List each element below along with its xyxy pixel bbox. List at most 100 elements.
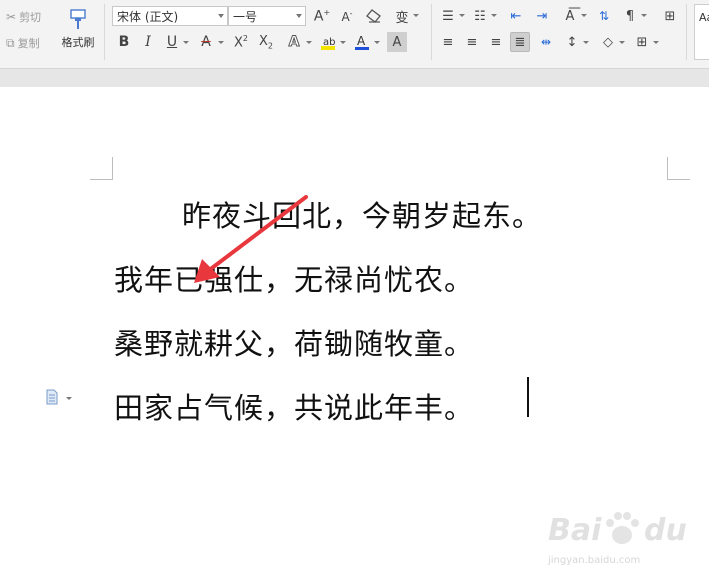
- align-left-button[interactable]: ≡: [438, 32, 458, 52]
- paw-logo-icon: [606, 512, 639, 544]
- chevron-down-icon[interactable]: [218, 41, 224, 44]
- chevron-down-icon[interactable]: [340, 41, 346, 44]
- chevron-down-icon[interactable]: [581, 14, 587, 17]
- text-effect-button[interactable]: A: [284, 32, 304, 52]
- paragraph-layout-icon[interactable]: [46, 389, 58, 405]
- chevron-down-icon[interactable]: [491, 14, 497, 17]
- decrease-indent-button[interactable]: ⇤: [506, 6, 526, 26]
- text-direction-icon: A͞: [565, 8, 575, 24]
- underline-button[interactable]: U: [162, 32, 182, 52]
- borders-icon: ⊞: [636, 34, 648, 50]
- highlight-button[interactable]: ab: [318, 32, 338, 52]
- bold-button[interactable]: B: [114, 32, 134, 52]
- strikethrough-icon: A: [201, 34, 211, 50]
- font-name-select[interactable]: 宋体 (正文): [112, 6, 228, 26]
- shrink-font-button[interactable]: A-: [337, 6, 357, 26]
- chevron-down-icon[interactable]: [413, 14, 419, 17]
- eraser-icon: [366, 9, 381, 23]
- character-shading-button[interactable]: A: [387, 32, 407, 52]
- cut-button[interactable]: ✂ 剪切: [6, 9, 41, 25]
- poem-line-3[interactable]: 桑野就耕父，荷锄随牧童。: [114, 321, 474, 363]
- format-painter-icon: [70, 9, 86, 29]
- divider: [104, 4, 105, 60]
- scissors-icon: ✂: [6, 10, 17, 24]
- text-cursor: [527, 377, 529, 417]
- paragraph-marks-icon: ¶: [625, 8, 635, 24]
- table-layout-button[interactable]: ⊞: [660, 6, 680, 26]
- copy-label: 复制: [17, 37, 40, 50]
- subscript-button[interactable]: X2: [256, 32, 276, 52]
- copy-button[interactable]: ⧉ 复制: [6, 35, 40, 51]
- watermark-brand: Bai: [548, 513, 602, 548]
- increase-indent-icon: ⇥: [536, 8, 548, 24]
- align-right-button[interactable]: ≡: [486, 32, 506, 52]
- bullet-list-icon: ☰: [442, 8, 454, 24]
- align-right-icon: ≡: [490, 34, 502, 50]
- italic-button[interactable]: I: [138, 32, 158, 52]
- divider: [686, 4, 687, 60]
- numbered-list-icon: ☷: [474, 8, 486, 24]
- phonetic-guide-button[interactable]: 变: [392, 6, 412, 26]
- document-page[interactable]: 昨夜斗回北，今朝岁起东。 我年已强仕，无禄尚忧农。 桑野就耕父，荷锄随牧童。 田…: [0, 87, 709, 566]
- phonetic-guide-icon: 变: [395, 10, 409, 26]
- margin-corner-top-right: [667, 157, 690, 180]
- show-marks-button[interactable]: ¶: [620, 6, 640, 26]
- justify-icon: ≣: [514, 34, 526, 50]
- distributed-align-icon: ⇹: [540, 35, 552, 49]
- chevron-down-icon[interactable]: [583, 41, 589, 44]
- bullet-list-button[interactable]: ☰: [438, 6, 458, 26]
- font-color-button[interactable]: A: [352, 32, 372, 52]
- chevron-down-icon[interactable]: [306, 41, 312, 44]
- align-center-icon: ≡: [466, 34, 478, 50]
- italic-icon: I: [145, 34, 151, 50]
- format-painter-label: 格式刷: [61, 36, 95, 49]
- chevron-down-icon: [296, 14, 302, 18]
- baidu-watermark: Bai du jingyan.baidu.com: [540, 507, 705, 577]
- text-direction-button[interactable]: A͞: [560, 6, 580, 26]
- decrease-indent-icon: ⇤: [510, 8, 522, 24]
- style-preview-label: Aa: [699, 11, 709, 24]
- chevron-down-icon[interactable]: [619, 41, 625, 44]
- strikethrough-button[interactable]: A: [196, 32, 216, 52]
- numbered-list-button[interactable]: ☷: [470, 6, 490, 26]
- chevron-down-icon[interactable]: [641, 14, 647, 17]
- grow-font-icon: A+: [313, 7, 331, 25]
- superscript-icon: X2: [234, 33, 248, 51]
- distributed-align-button[interactable]: ⇹: [536, 32, 556, 52]
- font-name-value: 宋体 (正文): [117, 9, 179, 24]
- divider: [431, 4, 432, 60]
- font-size-select[interactable]: 一号: [228, 6, 306, 26]
- clear-format-button[interactable]: [364, 6, 384, 26]
- underline-icon: U: [166, 34, 178, 50]
- margin-corner-top-left: [90, 157, 113, 180]
- chevron-down-icon[interactable]: [459, 14, 465, 17]
- line-spacing-icon: ↕: [566, 34, 578, 50]
- chevron-down-icon[interactable]: [183, 41, 189, 44]
- format-painter-button[interactable]: 格式刷: [58, 4, 98, 56]
- grow-font-button[interactable]: A+: [312, 6, 332, 26]
- chevron-down-icon[interactable]: [374, 41, 380, 44]
- superscript-button[interactable]: X2: [231, 32, 251, 52]
- watermark-url: jingyan.baidu.com: [548, 555, 641, 566]
- character-shading-icon: A: [392, 34, 402, 50]
- svg-text:ab: ab: [323, 37, 335, 48]
- line-spacing-button[interactable]: ↕: [562, 32, 582, 52]
- poem-line-4[interactable]: 田家占气候，共说此年丰。: [114, 385, 474, 427]
- justify-button[interactable]: ≣: [510, 32, 530, 52]
- style-preview[interactable]: Aa: [694, 4, 709, 60]
- cut-label: 剪切: [19, 11, 42, 24]
- chevron-down-icon[interactable]: [653, 41, 659, 44]
- chevron-down-icon[interactable]: [66, 397, 72, 400]
- font-color-icon: A: [355, 34, 369, 50]
- borders-button[interactable]: ⊞: [632, 32, 652, 52]
- sort-button[interactable]: ⇅: [594, 6, 614, 26]
- paint-bucket-icon: ◇: [603, 34, 613, 50]
- increase-indent-button[interactable]: ⇥: [532, 6, 552, 26]
- copy-icon: ⧉: [6, 35, 15, 50]
- shading-button[interactable]: ◇: [598, 32, 618, 52]
- text-effect-icon: A: [288, 34, 300, 51]
- align-center-button[interactable]: ≡: [462, 32, 482, 52]
- subscript-icon: X2: [259, 33, 273, 51]
- align-left-icon: ≡: [442, 34, 454, 50]
- chevron-down-icon: [218, 14, 224, 18]
